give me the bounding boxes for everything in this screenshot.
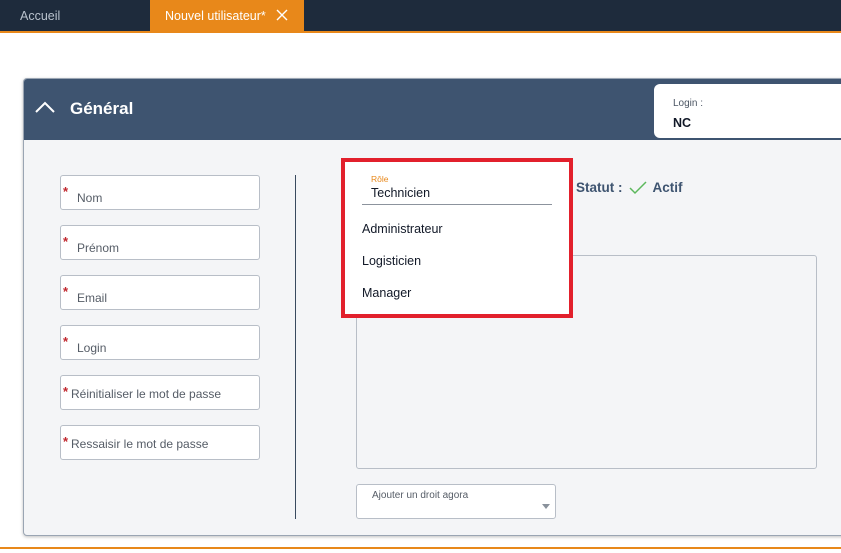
- login-value: NC: [673, 116, 692, 130]
- status-label: Statut :: [576, 180, 623, 195]
- tab-underline: [0, 31, 841, 33]
- bottom-accent-line: [0, 547, 841, 549]
- status-value: Actif: [652, 180, 683, 195]
- login-placeholder: Login: [77, 341, 107, 355]
- reset-password-field[interactable]: * Réinitialiser le mot de passe: [60, 375, 260, 410]
- tab-new-user[interactable]: Nouvel utilisateur*: [150, 0, 304, 31]
- role-option-logisticien[interactable]: Logisticien: [362, 254, 421, 268]
- role-option-administrateur[interactable]: Administrateur: [362, 222, 443, 236]
- status-indicator: Statut : Actif: [576, 180, 683, 195]
- tab-bar: Accueil Nouvel utilisateur*: [0, 0, 841, 31]
- role-option-manager[interactable]: Manager: [362, 286, 411, 300]
- required-mark: *: [63, 234, 69, 249]
- login-label: Login :: [673, 98, 704, 109]
- required-mark: *: [63, 284, 69, 299]
- agora-rights-select[interactable]: Ajouter un droit agora: [356, 484, 556, 519]
- tab-home[interactable]: Accueil: [0, 0, 150, 31]
- confirm-password-field[interactable]: * Ressaisir le mot de passe: [60, 425, 260, 460]
- role-label: Rôle: [371, 174, 389, 184]
- required-mark: *: [63, 334, 69, 349]
- chevron-up-icon[interactable]: [34, 97, 56, 119]
- role-underline: [362, 204, 552, 205]
- check-icon: [628, 180, 647, 194]
- card-header: Général Login : NC: [24, 79, 841, 140]
- role-selected-value[interactable]: Technicien: [371, 186, 430, 200]
- agora-placeholder: Ajouter un droit agora: [372, 490, 469, 501]
- caret-down-icon: [542, 504, 550, 509]
- close-icon[interactable]: [274, 7, 290, 23]
- role-dropdown[interactable]: Rôle Technicien Administrateur Logistici…: [341, 158, 573, 318]
- nom-placeholder: Nom: [77, 191, 103, 205]
- column-divider: [295, 175, 296, 519]
- required-mark: *: [63, 184, 69, 199]
- email-field[interactable]: * Email: [60, 275, 260, 310]
- login-field[interactable]: * Login: [60, 325, 260, 360]
- nom-field[interactable]: * Nom: [60, 175, 260, 210]
- reset-password-placeholder: Réinitialiser le mot de passe: [71, 387, 222, 401]
- tab-home-label: Accueil: [20, 8, 61, 23]
- login-display: Login : NC: [654, 84, 841, 138]
- prenom-placeholder: Prénom: [77, 241, 120, 255]
- tab-new-user-label: Nouvel utilisateur*: [165, 8, 266, 23]
- prenom-field[interactable]: * Prénom: [60, 225, 260, 260]
- section-title: Général: [70, 99, 134, 118]
- required-mark: *: [63, 434, 69, 449]
- email-placeholder: Email: [77, 291, 108, 305]
- required-mark: *: [63, 384, 69, 399]
- confirm-password-placeholder: Ressaisir le mot de passe: [71, 437, 209, 451]
